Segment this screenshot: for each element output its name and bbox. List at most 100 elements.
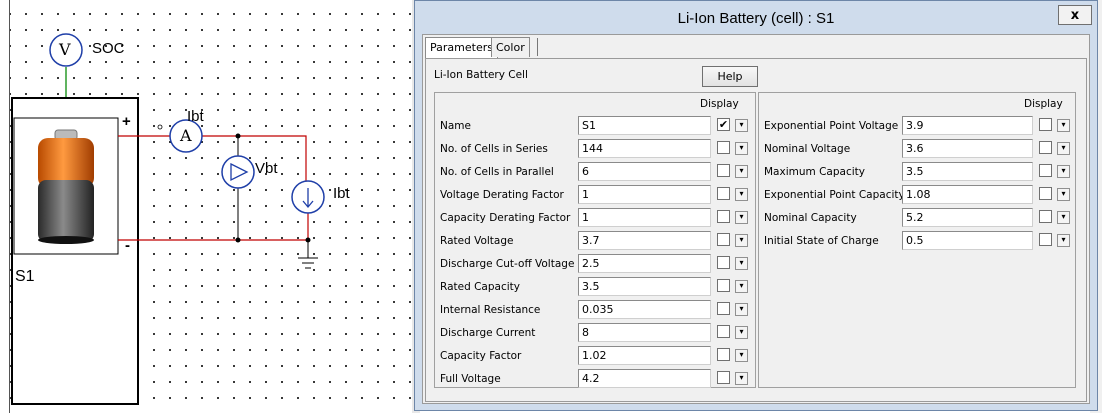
param-label: Name bbox=[440, 120, 471, 132]
vbt-label: Vbt bbox=[255, 160, 278, 177]
param-value-field[interactable]: 1.08 bbox=[902, 185, 1033, 204]
help-button[interactable]: Help bbox=[702, 66, 758, 87]
display-checkbox[interactable] bbox=[717, 279, 730, 292]
display-dropdown-icon[interactable]: ▾ bbox=[735, 188, 748, 201]
param-label: Capacity Derating Factor bbox=[440, 212, 571, 224]
param-value-field[interactable]: 1 bbox=[578, 208, 711, 227]
display-checkbox[interactable] bbox=[717, 348, 730, 361]
close-button[interactable]: x bbox=[1058, 5, 1092, 25]
display-checkbox[interactable] bbox=[717, 325, 730, 338]
tab-color[interactable]: Color bbox=[491, 37, 530, 57]
display-checkbox[interactable] bbox=[1039, 210, 1052, 223]
section-label: Li-Ion Battery Cell bbox=[434, 69, 528, 81]
param-row: Rated Voltage 3.7 ▾ bbox=[435, 231, 755, 251]
display-checkbox[interactable] bbox=[1039, 233, 1052, 246]
voltmeter-symbol: V bbox=[59, 40, 71, 59]
ground-icon bbox=[298, 257, 318, 269]
display-checkbox[interactable] bbox=[1039, 164, 1052, 177]
left-params-panel: Display Name S1 ✔ ▾ No. of Cells in Series 14… bbox=[434, 92, 756, 388]
display-checkbox[interactable] bbox=[717, 141, 730, 154]
display-dropdown-icon[interactable]: ▾ bbox=[735, 234, 748, 247]
param-row: Discharge Cut-off Voltage 2.5 ▾ bbox=[435, 254, 755, 274]
display-dropdown-icon[interactable]: ▾ bbox=[1057, 142, 1070, 155]
param-label: Initial State of Charge bbox=[764, 235, 879, 247]
display-dropdown-icon[interactable]: ▾ bbox=[1057, 119, 1070, 132]
ibt-source-label: Ibt bbox=[333, 185, 350, 202]
display-dropdown-icon[interactable]: ▾ bbox=[1057, 234, 1070, 247]
display-dropdown-icon[interactable]: ▾ bbox=[735, 326, 748, 339]
battery-properties-dialog: Li-Ion Battery (cell) : S1 x Parameters … bbox=[414, 0, 1098, 411]
circuit-diagram[interactable] bbox=[0, 0, 418, 413]
minus-terminal: - bbox=[125, 237, 130, 254]
param-value-field[interactable]: 2.5 bbox=[578, 254, 711, 273]
display-dropdown-icon[interactable]: ▾ bbox=[735, 372, 748, 385]
param-value-field[interactable]: 5.2 bbox=[902, 208, 1033, 227]
param-row: Internal Resistance 0.035 ▾ bbox=[435, 300, 755, 320]
parameters-page: Li-Ion Battery Cell Help Display Name S1 ✔… bbox=[425, 58, 1087, 402]
display-checkbox[interactable] bbox=[1039, 118, 1052, 131]
display-dropdown-icon[interactable]: ▾ bbox=[735, 211, 748, 224]
display-checkbox[interactable] bbox=[717, 164, 730, 177]
param-row: Nominal Capacity 5.2 ▾ bbox=[759, 208, 1075, 228]
param-value-field[interactable]: 6 bbox=[578, 162, 711, 181]
param-row: Initial State of Charge 0.5 ▾ bbox=[759, 231, 1075, 251]
param-label: Rated Voltage bbox=[440, 235, 514, 247]
param-value-field[interactable]: 0.035 bbox=[578, 300, 711, 319]
param-value-field[interactable]: 3.6 bbox=[902, 139, 1033, 158]
display-checkbox[interactable] bbox=[717, 187, 730, 200]
node-dot bbox=[235, 133, 241, 139]
param-value-field[interactable]: 3.5 bbox=[578, 277, 711, 296]
display-checkbox[interactable] bbox=[717, 256, 730, 269]
param-value-field[interactable]: 1.02 bbox=[578, 346, 711, 365]
param-label: Discharge Current bbox=[440, 327, 536, 339]
dialog-client: Parameters Color Li-Ion Battery Cell Hel… bbox=[422, 34, 1090, 404]
param-label: Exponential Point Capacity bbox=[764, 189, 905, 201]
param-row: No. of Cells in Series 144 ▾ bbox=[435, 139, 755, 159]
param-value-field[interactable]: 3.7 bbox=[578, 231, 711, 250]
display-dropdown-icon[interactable]: ▾ bbox=[735, 119, 748, 132]
display-dropdown-icon[interactable]: ▾ bbox=[1057, 188, 1070, 201]
display-checkbox[interactable] bbox=[717, 371, 730, 384]
display-dropdown-icon[interactable]: ▾ bbox=[735, 165, 748, 178]
param-row: Exponential Point Capacity 1.08 ▾ bbox=[759, 185, 1075, 205]
display-checkbox[interactable] bbox=[1039, 141, 1052, 154]
param-row: Full Voltage 4.2 ▾ bbox=[435, 369, 755, 389]
display-dropdown-icon[interactable]: ▾ bbox=[1057, 165, 1070, 178]
param-row: No. of Cells in Parallel 6 ▾ bbox=[435, 162, 755, 182]
vbt-probe-icon[interactable] bbox=[221, 155, 255, 189]
param-value-field[interactable]: 0.5 bbox=[902, 231, 1033, 250]
title-bar[interactable]: Li-Ion Battery (cell) : S1 x bbox=[415, 1, 1097, 33]
display-checkbox[interactable] bbox=[717, 210, 730, 223]
param-row: Exponential Point Voltage 3.9 ▾ bbox=[759, 116, 1075, 136]
ammeter-symbol: A bbox=[180, 126, 192, 145]
node-dot bbox=[305, 237, 311, 243]
display-checkbox[interactable] bbox=[717, 302, 730, 315]
param-label: Capacity Factor bbox=[440, 350, 522, 362]
param-label: Full Voltage bbox=[440, 373, 501, 385]
param-value-field[interactable]: 3.9 bbox=[902, 116, 1033, 135]
display-checkbox[interactable] bbox=[1039, 187, 1052, 200]
display-dropdown-icon[interactable]: ▾ bbox=[735, 303, 748, 316]
param-value-field[interactable]: 4.2 bbox=[578, 369, 711, 388]
param-label: Rated Capacity bbox=[440, 281, 520, 293]
param-value-field[interactable]: 1 bbox=[578, 185, 711, 204]
display-checkbox[interactable]: ✔ bbox=[717, 118, 730, 131]
param-label: Nominal Voltage bbox=[764, 143, 851, 155]
param-value-field[interactable]: 144 bbox=[578, 139, 711, 158]
param-value-field[interactable]: 8 bbox=[578, 323, 711, 342]
display-dropdown-icon[interactable]: ▾ bbox=[735, 257, 748, 270]
param-value-field[interactable]: S1 bbox=[578, 116, 711, 135]
display-dropdown-icon[interactable]: ▾ bbox=[735, 280, 748, 293]
param-label: No. of Cells in Parallel bbox=[440, 166, 554, 178]
pin-dot bbox=[157, 124, 163, 130]
battery-icon bbox=[38, 129, 94, 244]
display-dropdown-icon[interactable]: ▾ bbox=[735, 142, 748, 155]
display-dropdown-icon[interactable]: ▾ bbox=[735, 349, 748, 362]
display-checkbox[interactable] bbox=[717, 233, 730, 246]
display-header-left: Display bbox=[700, 98, 739, 110]
param-row: Discharge Current 8 ▾ bbox=[435, 323, 755, 343]
param-value-field[interactable]: 3.5 bbox=[902, 162, 1033, 181]
param-row: Nominal Voltage 3.6 ▾ bbox=[759, 139, 1075, 159]
display-dropdown-icon[interactable]: ▾ bbox=[1057, 211, 1070, 224]
tab-parameters[interactable]: Parameters bbox=[425, 37, 498, 59]
